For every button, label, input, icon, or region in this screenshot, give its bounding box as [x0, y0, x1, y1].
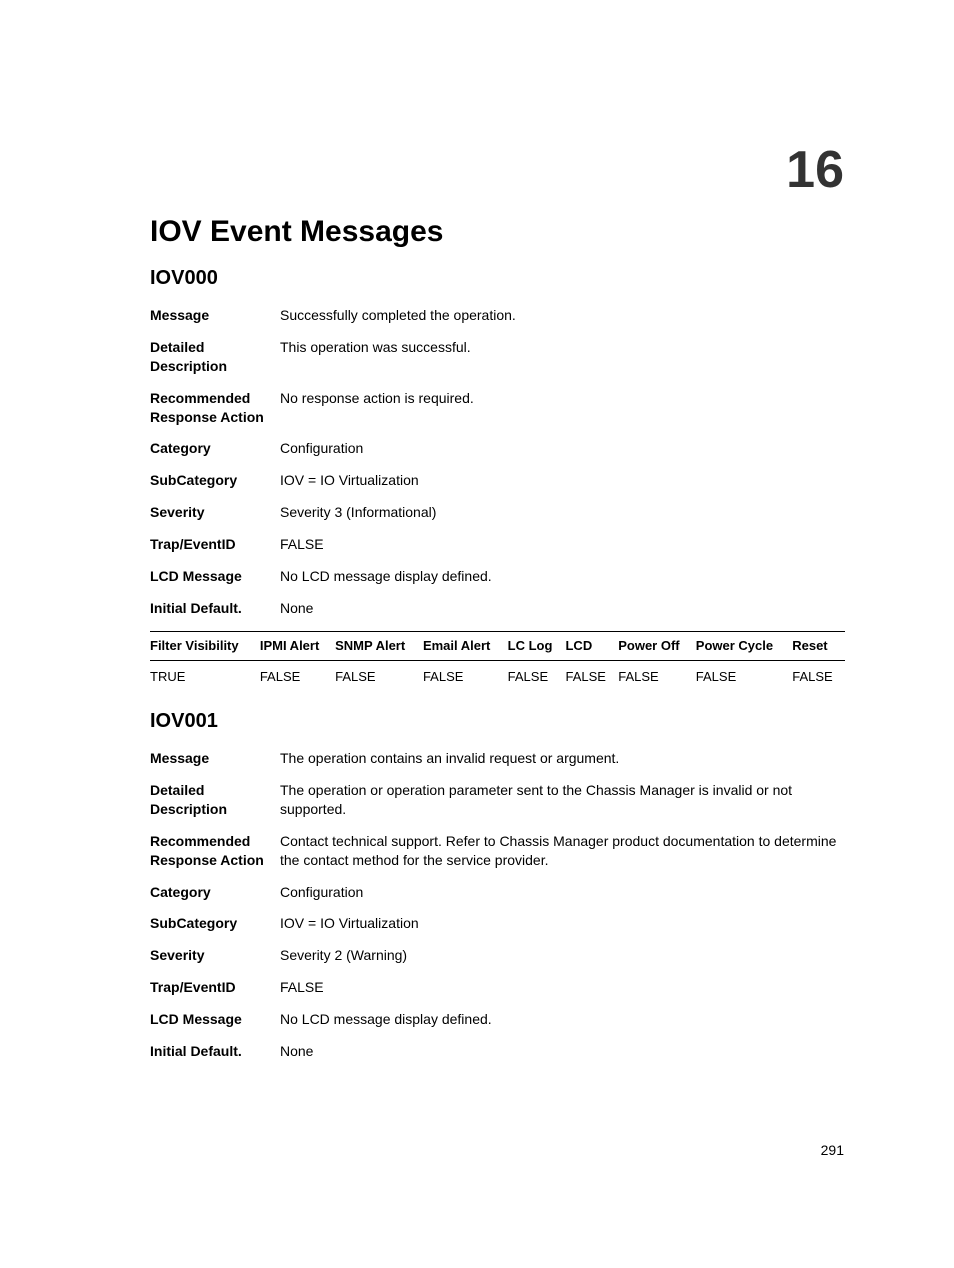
th-snmp-alert: SNMP Alert	[335, 631, 423, 660]
field-label: Trap/EventID	[150, 535, 280, 554]
th-reset: Reset	[792, 631, 845, 660]
field-value: This operation was successful.	[280, 338, 844, 376]
page-number: 291	[821, 1142, 844, 1158]
th-power-off: Power Off	[618, 631, 696, 660]
field-lcd-message: LCD Message No LCD message display defin…	[150, 567, 844, 586]
field-detailed-description: Detailed Description The operation or op…	[150, 781, 844, 819]
table-row: TRUE FALSE FALSE FALSE FALSE FALSE FALSE…	[150, 661, 845, 691]
field-message: Message Successfully completed the opera…	[150, 306, 844, 325]
field-value: Configuration	[280, 883, 844, 902]
th-filter-visibility: Filter Visibility	[150, 631, 260, 660]
th-email-alert: Email Alert	[423, 631, 508, 660]
field-value: None	[280, 599, 844, 618]
field-label: Recommended Response Action	[150, 832, 280, 870]
td-power-cycle: FALSE	[696, 661, 792, 691]
field-value: IOV = IO Virtualization	[280, 471, 844, 490]
field-label: Initial Default.	[150, 1042, 280, 1061]
td-lc-log: FALSE	[508, 661, 566, 691]
th-lc-log: LC Log	[508, 631, 566, 660]
field-value: FALSE	[280, 535, 844, 554]
field-category: Category Configuration	[150, 883, 844, 902]
field-value: Severity 3 (Informational)	[280, 503, 844, 522]
td-email-alert: FALSE	[423, 661, 508, 691]
chapter-number: 16	[786, 140, 844, 200]
field-value: IOV = IO Virtualization	[280, 914, 844, 933]
section-heading-iov000: IOV000	[150, 267, 844, 290]
field-initial-default: Initial Default. None	[150, 1042, 844, 1061]
field-value: Contact technical support. Refer to Chas…	[280, 832, 844, 870]
field-recommended-response-action: Recommended Response Action No response …	[150, 389, 844, 427]
section-heading-iov001: IOV001	[150, 710, 844, 733]
field-initial-default: Initial Default. None	[150, 599, 844, 618]
fields-iov000: Message Successfully completed the opera…	[150, 306, 844, 618]
field-severity: Severity Severity 3 (Informational)	[150, 503, 844, 522]
th-ipmi-alert: IPMI Alert	[260, 631, 335, 660]
field-value: Severity 2 (Warning)	[280, 946, 844, 965]
page-title: IOV Event Messages	[150, 215, 844, 249]
field-subcategory: SubCategory IOV = IO Virtualization	[150, 914, 844, 933]
field-label: Recommended Response Action	[150, 389, 280, 427]
field-label: Severity	[150, 503, 280, 522]
field-value: No LCD message display defined.	[280, 1010, 844, 1029]
field-value: The operation contains an invalid reques…	[280, 749, 844, 768]
field-label: Detailed Description	[150, 338, 280, 376]
field-value: No response action is required.	[280, 389, 844, 427]
td-filter-visibility: TRUE	[150, 661, 260, 691]
field-label: Trap/EventID	[150, 978, 280, 997]
field-label: SubCategory	[150, 471, 280, 490]
field-detailed-description: Detailed Description This operation was …	[150, 338, 844, 376]
field-category: Category Configuration	[150, 439, 844, 458]
field-label: Category	[150, 439, 280, 458]
field-label: Initial Default.	[150, 599, 280, 618]
field-lcd-message: LCD Message No LCD message display defin…	[150, 1010, 844, 1029]
table-header-row: Filter Visibility IPMI Alert SNMP Alert …	[150, 631, 845, 660]
td-reset: FALSE	[792, 661, 845, 691]
field-value: No LCD message display defined.	[280, 567, 844, 586]
field-value: Configuration	[280, 439, 844, 458]
field-value: None	[280, 1042, 844, 1061]
field-label: LCD Message	[150, 567, 280, 586]
field-value: FALSE	[280, 978, 844, 997]
field-trap-eventid: Trap/EventID FALSE	[150, 978, 844, 997]
field-value: Successfully completed the operation.	[280, 306, 844, 325]
field-label: Severity	[150, 946, 280, 965]
field-recommended-response-action: Recommended Response Action Contact tech…	[150, 832, 844, 870]
field-label: Message	[150, 306, 280, 325]
field-label: Message	[150, 749, 280, 768]
field-label: Category	[150, 883, 280, 902]
td-snmp-alert: FALSE	[335, 661, 423, 691]
th-power-cycle: Power Cycle	[696, 631, 792, 660]
field-severity: Severity Severity 2 (Warning)	[150, 946, 844, 965]
field-trap-eventid: Trap/EventID FALSE	[150, 535, 844, 554]
field-label: Detailed Description	[150, 781, 280, 819]
field-subcategory: SubCategory IOV = IO Virtualization	[150, 471, 844, 490]
field-label: SubCategory	[150, 914, 280, 933]
fields-iov001: Message The operation contains an invali…	[150, 749, 844, 1061]
th-lcd: LCD	[565, 631, 618, 660]
td-power-off: FALSE	[618, 661, 696, 691]
td-ipmi-alert: FALSE	[260, 661, 335, 691]
td-lcd: FALSE	[565, 661, 618, 691]
field-value: The operation or operation parameter sen…	[280, 781, 844, 819]
field-message: Message The operation contains an invali…	[150, 749, 844, 768]
filter-table-iov000: Filter Visibility IPMI Alert SNMP Alert …	[150, 631, 845, 690]
field-label: LCD Message	[150, 1010, 280, 1029]
